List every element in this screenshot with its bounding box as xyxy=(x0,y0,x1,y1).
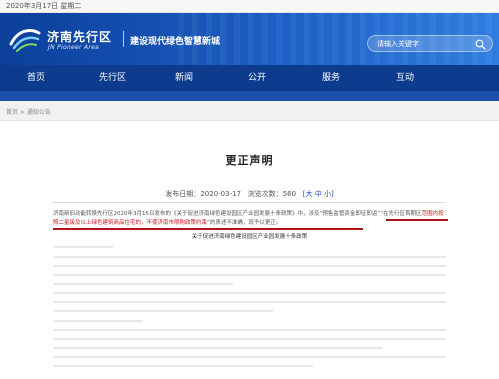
top-info-bar: 2020年3月17日 星期二 xyxy=(0,0,499,13)
article-body-line xyxy=(53,283,233,285)
correction-underline-1 xyxy=(386,219,448,221)
correction-underline-2 xyxy=(53,228,363,230)
article-body-line xyxy=(53,356,446,358)
site-slogan: 建设现代绿色智慧新城 xyxy=(130,37,221,47)
nav-item-interaction[interactable]: 互动 xyxy=(396,70,414,83)
views-label: 浏览次数： xyxy=(247,190,283,198)
search-box[interactable]: 请输入关键字 xyxy=(367,35,493,52)
article-body-line xyxy=(53,246,113,248)
nav-item-news[interactable]: 新闻 xyxy=(175,70,193,83)
article-body-line xyxy=(53,256,446,258)
logo-divider xyxy=(123,31,124,47)
breadcrumb-bar: 首页 > 通知公告 xyxy=(0,101,499,121)
article-body-line xyxy=(53,265,446,267)
views-count: 560 xyxy=(282,190,297,198)
article-body-line xyxy=(53,274,446,276)
nav-item-home[interactable]: 首页 xyxy=(27,70,45,83)
article-body-line xyxy=(53,329,446,331)
search-icon[interactable] xyxy=(475,39,486,50)
font-size-close-bracket: ] xyxy=(330,190,334,198)
article-body-line xyxy=(53,320,143,322)
article-body-line xyxy=(53,338,446,340)
site-name-english: JN Pioneer Area xyxy=(48,44,100,51)
site-name[interactable]: 济南先行区 xyxy=(47,28,112,45)
attached-policy-title: 关于促进济南绿色建设园区产业园发展十条政策 xyxy=(191,234,308,240)
article-body-line xyxy=(53,310,273,312)
font-size-medium-link[interactable]: 中 xyxy=(315,190,322,198)
nav-item-services[interactable]: 服务 xyxy=(322,70,340,83)
correction-text-lead: 济南新旧动能转换先行区2020年3月15日发布的《关于促进济南绿色建设园区产业园… xyxy=(53,211,422,217)
article-title: 更正声明 xyxy=(225,154,274,167)
font-size-large-link[interactable]: 大 xyxy=(305,190,312,198)
publish-date: 2020-03-17 xyxy=(200,190,241,198)
correction-text-tail: 的表述不准确，现予以更正。 xyxy=(209,220,282,226)
publish-date-label: 发布日期： xyxy=(165,190,201,198)
main-navigation: 首页 先行区 新闻 公开 服务 互动 xyxy=(0,65,499,91)
article-body-line xyxy=(53,301,446,303)
header-bottom-band xyxy=(0,91,499,101)
site-header: 济南先行区 JN Pioneer Area 建设现代绿色智慧新城 请输入关键字 xyxy=(0,13,499,65)
search-input[interactable]: 请输入关键字 xyxy=(377,39,419,49)
pioneer-area-logo-icon[interactable] xyxy=(8,24,42,52)
current-date: 2020年3月17日 星期二 xyxy=(6,2,82,10)
article-body-line xyxy=(53,347,383,349)
nav-item-open-government[interactable]: 公开 xyxy=(248,70,266,83)
breadcrumb[interactable]: 首页 > 通知公告 xyxy=(6,107,51,116)
nav-item-pioneer-area[interactable]: 先行区 xyxy=(99,70,126,83)
article-body-line xyxy=(53,292,446,294)
font-size-small-link[interactable]: 小 xyxy=(324,190,331,198)
article-body-line xyxy=(53,365,313,367)
article-meta: 发布日期：2020-03-17 浏览次数：560 [大 中 小] xyxy=(0,189,499,199)
meta-divider xyxy=(53,202,446,203)
